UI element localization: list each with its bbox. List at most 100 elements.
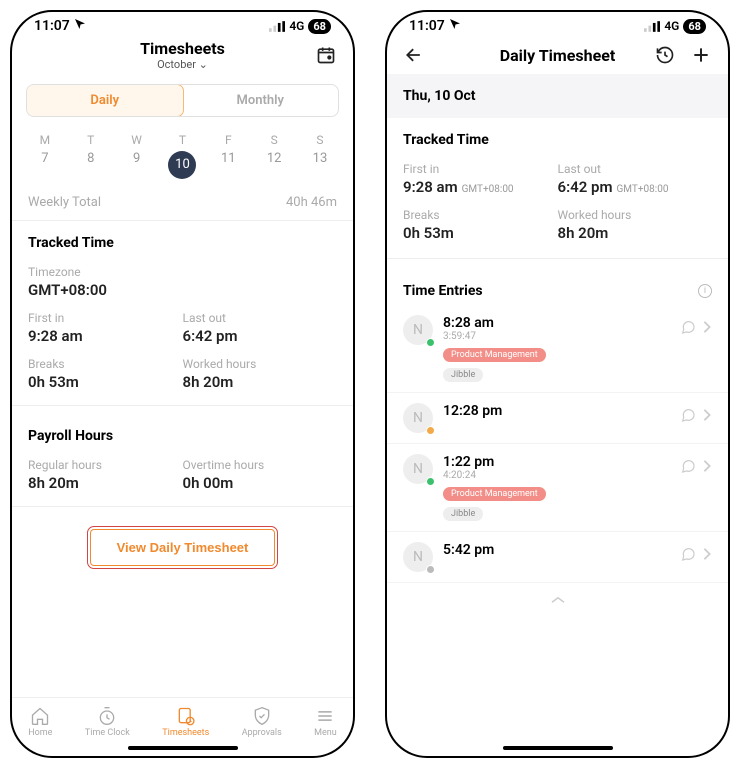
payroll-title: Payroll Hours <box>12 414 353 452</box>
page-title: Timesheets <box>12 39 353 58</box>
breaks-label: Breaks <box>403 208 558 222</box>
avatar: N <box>403 542 433 572</box>
battery-level: 68 <box>308 19 331 34</box>
project-tag: Jibble <box>443 368 483 382</box>
home-icon <box>30 706 50 726</box>
last-out-value: 6:42 pmGMT+08:00 <box>558 178 713 196</box>
worked-label: Worked hours <box>558 208 713 222</box>
nav-menu[interactable]: Menu <box>314 706 337 738</box>
status-bar: 11:07 4G 68 <box>387 12 728 36</box>
worked-label: Worked hours <box>183 357 338 371</box>
entry-duration: 3:59:47 <box>443 331 670 342</box>
activity-tag: Product Management <box>443 487 546 501</box>
menu-icon <box>315 706 335 726</box>
location-icon <box>74 18 86 34</box>
breaks-value: 0h 53m <box>28 373 183 391</box>
bottom-nav: Home Time Clock Timesheets Approvals Men… <box>12 697 353 742</box>
chevron-right-icon <box>702 320 712 338</box>
regular-value: 8h 20m <box>28 474 183 492</box>
month-picker[interactable]: October ⌄ <box>12 58 353 71</box>
phone-daily-timesheet: 11:07 4G 68 Daily Timesheet Thu, 10 Oct <box>385 10 730 758</box>
day-12[interactable]: 12 <box>258 151 290 179</box>
regular-label: Regular hours <box>28 458 183 472</box>
timezone-label: Timezone <box>28 265 337 279</box>
date-banner: Thu, 10 Oct <box>387 74 728 118</box>
avatar: N <box>403 315 433 345</box>
chevron-right-icon <box>702 408 712 426</box>
nav-time-clock[interactable]: Time Clock <box>85 706 130 738</box>
time-entries-title: Time Entries <box>403 283 483 299</box>
home-indicator <box>128 746 238 750</box>
comment-icon[interactable] <box>680 458 696 478</box>
weekly-total-row: Weekly Total 40h 46m <box>12 189 353 221</box>
entry-time: 5:42 pm <box>443 542 670 558</box>
tab-daily[interactable]: Daily <box>26 84 184 117</box>
daynum-row: 7 8 9 10 11 12 13 <box>12 151 353 189</box>
nav-timesheets[interactable]: Timesheets <box>162 706 209 738</box>
avatar: N <box>403 403 433 433</box>
network-label: 4G <box>289 19 304 33</box>
back-button[interactable] <box>403 44 425 66</box>
comment-icon[interactable] <box>680 546 696 566</box>
day-9[interactable]: 9 <box>121 151 153 179</box>
phone-timesheets: 11:07 4G 68 Timesheets October ⌄ Daily M… <box>10 10 355 758</box>
status-dot-icon <box>426 565 435 574</box>
overtime-label: Overtime hours <box>183 458 338 472</box>
first-in-value: 9:28 am <box>28 327 183 345</box>
comment-icon[interactable] <box>680 319 696 339</box>
calendar-icon[interactable] <box>315 44 337 66</box>
time-entry[interactable]: N 8:28 am 3:59:47 Product Management Jib… <box>387 305 728 393</box>
chevron-right-icon <box>702 547 712 565</box>
overtime-value: 0h 00m <box>183 474 338 492</box>
entry-duration: 4:20:24 <box>443 470 670 481</box>
nav-approvals[interactable]: Approvals <box>242 706 282 738</box>
view-toggle: Daily Monthly <box>26 84 339 117</box>
info-icon[interactable]: i <box>698 284 712 298</box>
first-in-label: First in <box>403 162 558 176</box>
comment-icon[interactable] <box>680 407 696 427</box>
day-10-selected[interactable]: 10 <box>166 151 198 179</box>
entry-time: 1:22 pm <box>443 454 670 470</box>
breaks-value: 0h 53m <box>403 224 558 242</box>
history-icon[interactable] <box>654 44 676 66</box>
project-tag: Jibble <box>443 507 483 521</box>
header: Daily Timesheet <box>387 36 728 74</box>
avatar: N <box>403 454 433 484</box>
location-icon <box>449 18 461 34</box>
signal-icon <box>644 21 660 32</box>
breaks-label: Breaks <box>28 357 183 371</box>
entry-time: 8:28 am <box>443 315 670 331</box>
time-entry[interactable]: N 1:22 pm 4:20:24 Product Management Jib… <box>387 444 728 532</box>
tracked-time-title: Tracked Time <box>12 221 353 259</box>
first-in-label: First in <box>28 311 183 325</box>
nav-home[interactable]: Home <box>28 706 52 738</box>
last-out-value: 6:42 pm <box>183 327 338 345</box>
stopwatch-icon <box>97 706 117 726</box>
time-entry[interactable]: N 5:42 pm <box>387 532 728 583</box>
add-button[interactable] <box>690 44 712 66</box>
activity-tag: Product Management <box>443 348 546 362</box>
status-bar: 11:07 4G 68 <box>12 12 353 36</box>
timesheet-icon <box>176 706 196 726</box>
chevron-down-icon: ⌄ <box>199 58 208 71</box>
worked-value: 8h 20m <box>183 373 338 391</box>
status-dot-icon <box>426 426 435 435</box>
collapse-button[interactable] <box>387 583 728 618</box>
home-indicator <box>503 746 613 750</box>
first-in-value: 9:28 amGMT+08:00 <box>403 178 558 196</box>
view-daily-timesheet-button[interactable]: View Daily Timesheet <box>90 529 276 566</box>
time-entry[interactable]: N 12:28 pm <box>387 393 728 444</box>
status-dot-icon <box>426 338 435 347</box>
status-dot-icon <box>426 477 435 486</box>
shield-check-icon <box>252 706 272 726</box>
day-13[interactable]: 13 <box>304 151 336 179</box>
tab-monthly[interactable]: Monthly <box>183 85 339 116</box>
chevron-right-icon <box>702 459 712 477</box>
day-8[interactable]: 8 <box>75 151 107 179</box>
last-out-label: Last out <box>183 311 338 325</box>
day-7[interactable]: 7 <box>29 151 61 179</box>
weekday-row: M T W T F S S <box>12 127 353 151</box>
last-out-label: Last out <box>558 162 713 176</box>
day-11[interactable]: 11 <box>212 151 244 179</box>
tracked-time-title: Tracked Time <box>387 118 728 156</box>
